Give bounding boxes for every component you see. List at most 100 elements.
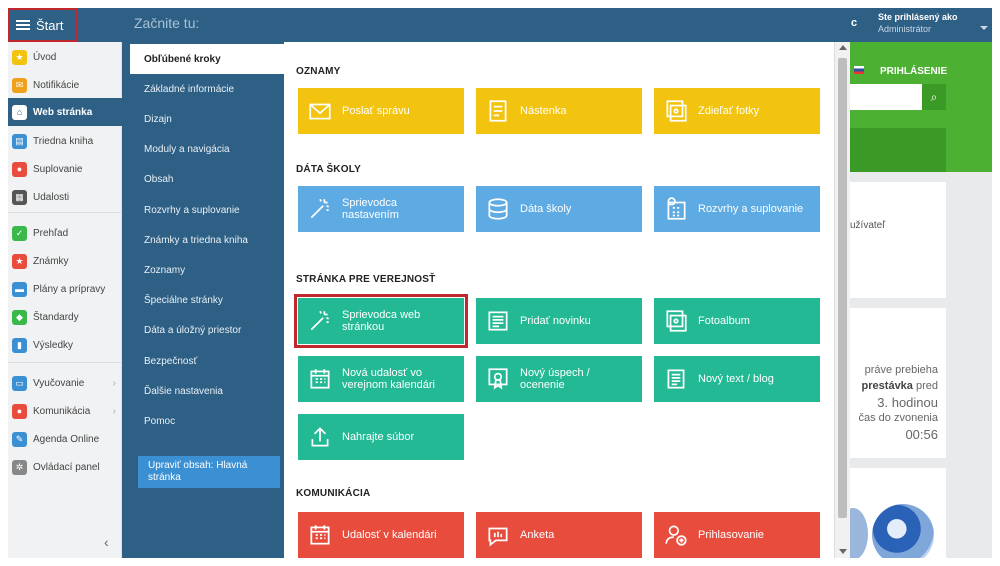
- action-tile[interactable]: Fotoalbum: [654, 298, 820, 344]
- action-tile-label: Dáta školy: [520, 203, 572, 215]
- action-tile[interactable]: Anketa: [476, 512, 642, 558]
- action-tile[interactable]: Rozvrhy a suplovanie: [654, 186, 820, 232]
- category-item[interactable]: Ďalšie nastavenia: [122, 376, 284, 406]
- content-scrollbar[interactable]: [834, 42, 850, 558]
- action-tile-label: Nový úspech / ocenenie: [520, 367, 590, 391]
- category-item[interactable]: Základné informácie: [122, 74, 284, 104]
- open-book-icon: ▭: [12, 375, 27, 391]
- database-icon: [476, 186, 520, 232]
- sidebar-item[interactable]: ✲ Ovládací panel: [8, 454, 122, 480]
- scroll-down-icon[interactable]: [839, 549, 847, 554]
- search-icon[interactable]: ⌕: [922, 84, 946, 110]
- action-tile[interactable]: Nový úspech / ocenenie: [476, 356, 642, 402]
- action-tile[interactable]: Prihlasovanie: [654, 512, 820, 558]
- action-tile[interactable]: Pridať novinku: [476, 298, 642, 344]
- sidebar-item[interactable]: ◆ Štandardy: [8, 304, 122, 330]
- action-tile[interactable]: Poslať správu: [298, 88, 464, 134]
- action-tile-label: Sprievodca web stránkou: [342, 309, 421, 333]
- background-banner: [850, 128, 946, 172]
- category-item[interactable]: Dáta a úložný priestor: [122, 316, 284, 346]
- certificate-icon-graphic: [488, 368, 508, 390]
- category-item[interactable]: Moduly a navigácia: [122, 135, 284, 165]
- sidebar-item[interactable]: ▮ Výsledky: [8, 332, 122, 358]
- category-item[interactable]: Obsah: [122, 165, 284, 195]
- sidebar-item[interactable]: ✎ Agenda Online: [8, 426, 122, 452]
- sidebar-item[interactable]: ▦ Udalosti: [8, 184, 122, 210]
- home-icon: ⌂: [12, 104, 27, 120]
- action-tile[interactable]: Nástenka: [476, 88, 642, 134]
- sidebar-item[interactable]: ● Komunikácia ›: [8, 398, 122, 424]
- action-tile-label: Poslať správu: [342, 105, 410, 117]
- user-menu[interactable]: Ste prihlásený ako Administrátor: [878, 11, 958, 35]
- action-tile[interactable]: Dáta školy: [476, 186, 642, 232]
- sidebar-divider: [8, 362, 122, 363]
- sidebar-item[interactable]: ▭ Vyučovanie ›: [8, 370, 122, 396]
- user-role: Administrátor: [878, 24, 932, 34]
- background-header: PRIHLÁSENIE ⌕: [850, 42, 992, 172]
- text-icon: [654, 356, 698, 402]
- sidebar-item-label: Notifikácie: [33, 79, 80, 91]
- scroll-up-icon[interactable]: [839, 45, 847, 50]
- photo-thumbnail[interactable]: [872, 504, 934, 558]
- user-initial[interactable]: c: [851, 17, 857, 29]
- action-tile[interactable]: Nový text / blog: [654, 356, 820, 402]
- schedule-icon: [654, 186, 698, 232]
- category-item[interactable]: Bezpečnosť: [122, 346, 284, 376]
- sidebar-item[interactable]: ▬ Plány a prípravy: [8, 276, 122, 302]
- add-user-icon-graphic: [665, 525, 687, 546]
- category-item[interactable]: Špeciálne stránky: [122, 286, 284, 316]
- sidebar-item[interactable]: ▤ Triedna kniha: [8, 128, 122, 154]
- action-tile-label: Prihlasovanie: [698, 529, 765, 541]
- break-word: prestávka: [861, 380, 913, 392]
- sidebar-item[interactable]: ● Suplovanie: [8, 156, 122, 182]
- photos-icon: [654, 298, 698, 344]
- chevron-right-icon: ›: [112, 377, 116, 389]
- upload-icon-graphic: [311, 427, 329, 447]
- magic-wand-icon: [298, 298, 342, 344]
- category-item[interactable]: Známky a triedna kniha: [122, 225, 284, 255]
- background-card-user: užívateľ: [850, 182, 946, 298]
- start-menu-button[interactable]: Štart: [8, 8, 78, 42]
- newspaper-icon: [476, 298, 520, 344]
- login-link[interactable]: PRIHLÁSENIE: [880, 66, 947, 77]
- sidebar-item[interactable]: ✓ Prehľad: [8, 220, 122, 246]
- section-title: KOMUNIKÁCIA: [296, 488, 371, 499]
- action-tile[interactable]: Nahrajte súbor: [298, 414, 464, 460]
- add-user-icon: [654, 512, 698, 558]
- break-rest: pred: [912, 380, 938, 392]
- pen-icon: ✎: [12, 431, 27, 447]
- edit-content-button[interactable]: Upraviť obsah: Hlavná stránka: [138, 456, 280, 488]
- sidebar-item[interactable]: ★ Úvod: [8, 44, 122, 70]
- action-tile[interactable]: Udalosť v kalendári: [298, 512, 464, 558]
- sidebar-item[interactable]: ✉ Notifikácie: [8, 72, 122, 98]
- sidebar-item[interactable]: ★ Známky: [8, 248, 122, 274]
- photo-thumbnail[interactable]: [850, 508, 868, 558]
- gear-icon: ✲: [12, 459, 27, 475]
- background-photo-card: [850, 468, 946, 558]
- sidebar-item[interactable]: ⌂ Web stránka: [8, 98, 122, 126]
- action-tile-label: Anketa: [520, 529, 555, 541]
- sidebar-item-label: Agenda Online: [33, 433, 100, 445]
- scroll-thumb[interactable]: [838, 58, 847, 518]
- action-tile[interactable]: Nová udalosť vo verejnom kalendári: [298, 356, 464, 402]
- photos-icon-graphic: [666, 100, 687, 122]
- sidebar-item-label: Ovládací panel: [33, 461, 100, 473]
- check-icon: ✓: [12, 225, 27, 241]
- collapse-sidebar-icon[interactable]: ‹: [104, 534, 109, 550]
- category-item[interactable]: Zoznamy: [122, 255, 284, 285]
- category-item[interactable]: Obľúbené kroky: [130, 44, 284, 74]
- note-icon: [476, 88, 520, 134]
- action-tile[interactable]: Zdieľať fotky: [654, 88, 820, 134]
- action-tile[interactable]: Sprievodca web stránkou: [294, 294, 468, 348]
- sidebar-item-label: Prehľad: [33, 227, 69, 239]
- bell-status-card: práve prebieha prestávka pred 3. hodinou…: [850, 308, 946, 458]
- category-item[interactable]: Rozvrhy a suplovanie: [122, 195, 284, 225]
- category-item[interactable]: Dizajn: [122, 104, 284, 134]
- briefcase-icon: ▬: [12, 281, 27, 297]
- calendar-icon: [298, 356, 342, 402]
- hamburger-icon: [16, 20, 30, 30]
- category-item[interactable]: Pomoc: [122, 406, 284, 436]
- action-tile[interactable]: Sprievodca nastavením: [298, 186, 464, 232]
- chevron-down-icon[interactable]: [980, 26, 988, 30]
- start-here-heading: Začnite tu:: [134, 15, 200, 31]
